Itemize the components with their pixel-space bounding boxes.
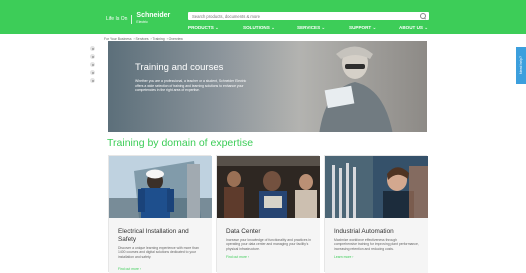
training-card-electrical[interactable]: Electrical Installation and Safety Disco…	[108, 155, 212, 273]
search-input[interactable]	[192, 12, 417, 20]
training-card-industrial-automation[interactable]: Industrial Automation Maximize workforce…	[324, 155, 428, 273]
share-icon[interactable]	[90, 54, 95, 59]
hero-photo	[319, 46, 393, 132]
nav-services[interactable]: SERVICES ⌄	[297, 25, 325, 31]
section-title: Training by domain of expertise	[107, 137, 254, 149]
industrial-automation-photo	[325, 156, 428, 218]
card-link[interactable]: Find out more ›	[118, 267, 141, 271]
nav-about-us[interactable]: ABOUT US ⌄	[399, 25, 428, 31]
share-icon[interactable]	[90, 70, 95, 75]
tagline: Life Is On	[106, 16, 128, 22]
card-description: Maximize workforce effectiveness through…	[334, 238, 419, 251]
card-title[interactable]: Electrical Installation and Safety	[118, 228, 204, 243]
nav-support[interactable]: SUPPORT ⌄	[349, 25, 376, 31]
share-icon[interactable]	[90, 78, 95, 83]
search-box[interactable]	[188, 12, 429, 20]
main-navigation: PRODUCTS ⌄ SOLUTIONS ⌄ SERVICES ⌄ SUPPOR…	[188, 25, 429, 31]
card-title[interactable]: Data Center	[226, 228, 312, 236]
card-body: Electrical Installation and Safety Disco…	[109, 218, 212, 273]
card-image	[217, 156, 320, 218]
card-description: Increase your knowledge of functionality…	[226, 238, 312, 251]
card-image	[325, 156, 428, 218]
training-card-data-center[interactable]: Data Center Increase your knowledge of f…	[216, 155, 320, 273]
brand-divider	[131, 14, 133, 24]
hero-banner: Training and courses Whether you are a p…	[108, 41, 427, 132]
site-header: Life Is On Schneider Electric PRODUCTS ⌄…	[0, 0, 526, 34]
brand-logo[interactable]: Life Is On Schneider Electric	[106, 12, 171, 25]
nav-solutions[interactable]: SOLUTIONS ⌄	[243, 25, 275, 31]
help-side-tab[interactable]: Need help?	[516, 47, 526, 84]
card-title[interactable]: Industrial Automation	[334, 228, 420, 236]
card-link[interactable]: Find out more ›	[226, 255, 249, 259]
hero-description: Whether you are a professional, a teache…	[135, 79, 247, 92]
schneider-logo: Schneider Electric	[136, 12, 171, 25]
nav-products[interactable]: PRODUCTS ⌄	[188, 25, 219, 31]
card-link[interactable]: Learn more ›	[334, 255, 353, 259]
share-icon[interactable]	[90, 46, 95, 51]
brand-name: Schneider	[136, 12, 171, 19]
card-description: Discover a unique learning experience wi…	[118, 246, 199, 259]
search-icon[interactable]	[420, 13, 426, 19]
card-body: Data Center Increase your knowledge of f…	[217, 218, 320, 273]
card-body: Industrial Automation Maximize workforce…	[325, 218, 428, 273]
card-image	[109, 156, 212, 218]
share-icon[interactable]	[90, 62, 95, 67]
electrical-training-photo	[109, 156, 212, 218]
data-center-training-photo	[217, 156, 320, 218]
brand-subtitle: Electric	[136, 20, 148, 24]
share-toolbar	[90, 46, 97, 86]
hero-title: Training and courses	[135, 62, 224, 73]
